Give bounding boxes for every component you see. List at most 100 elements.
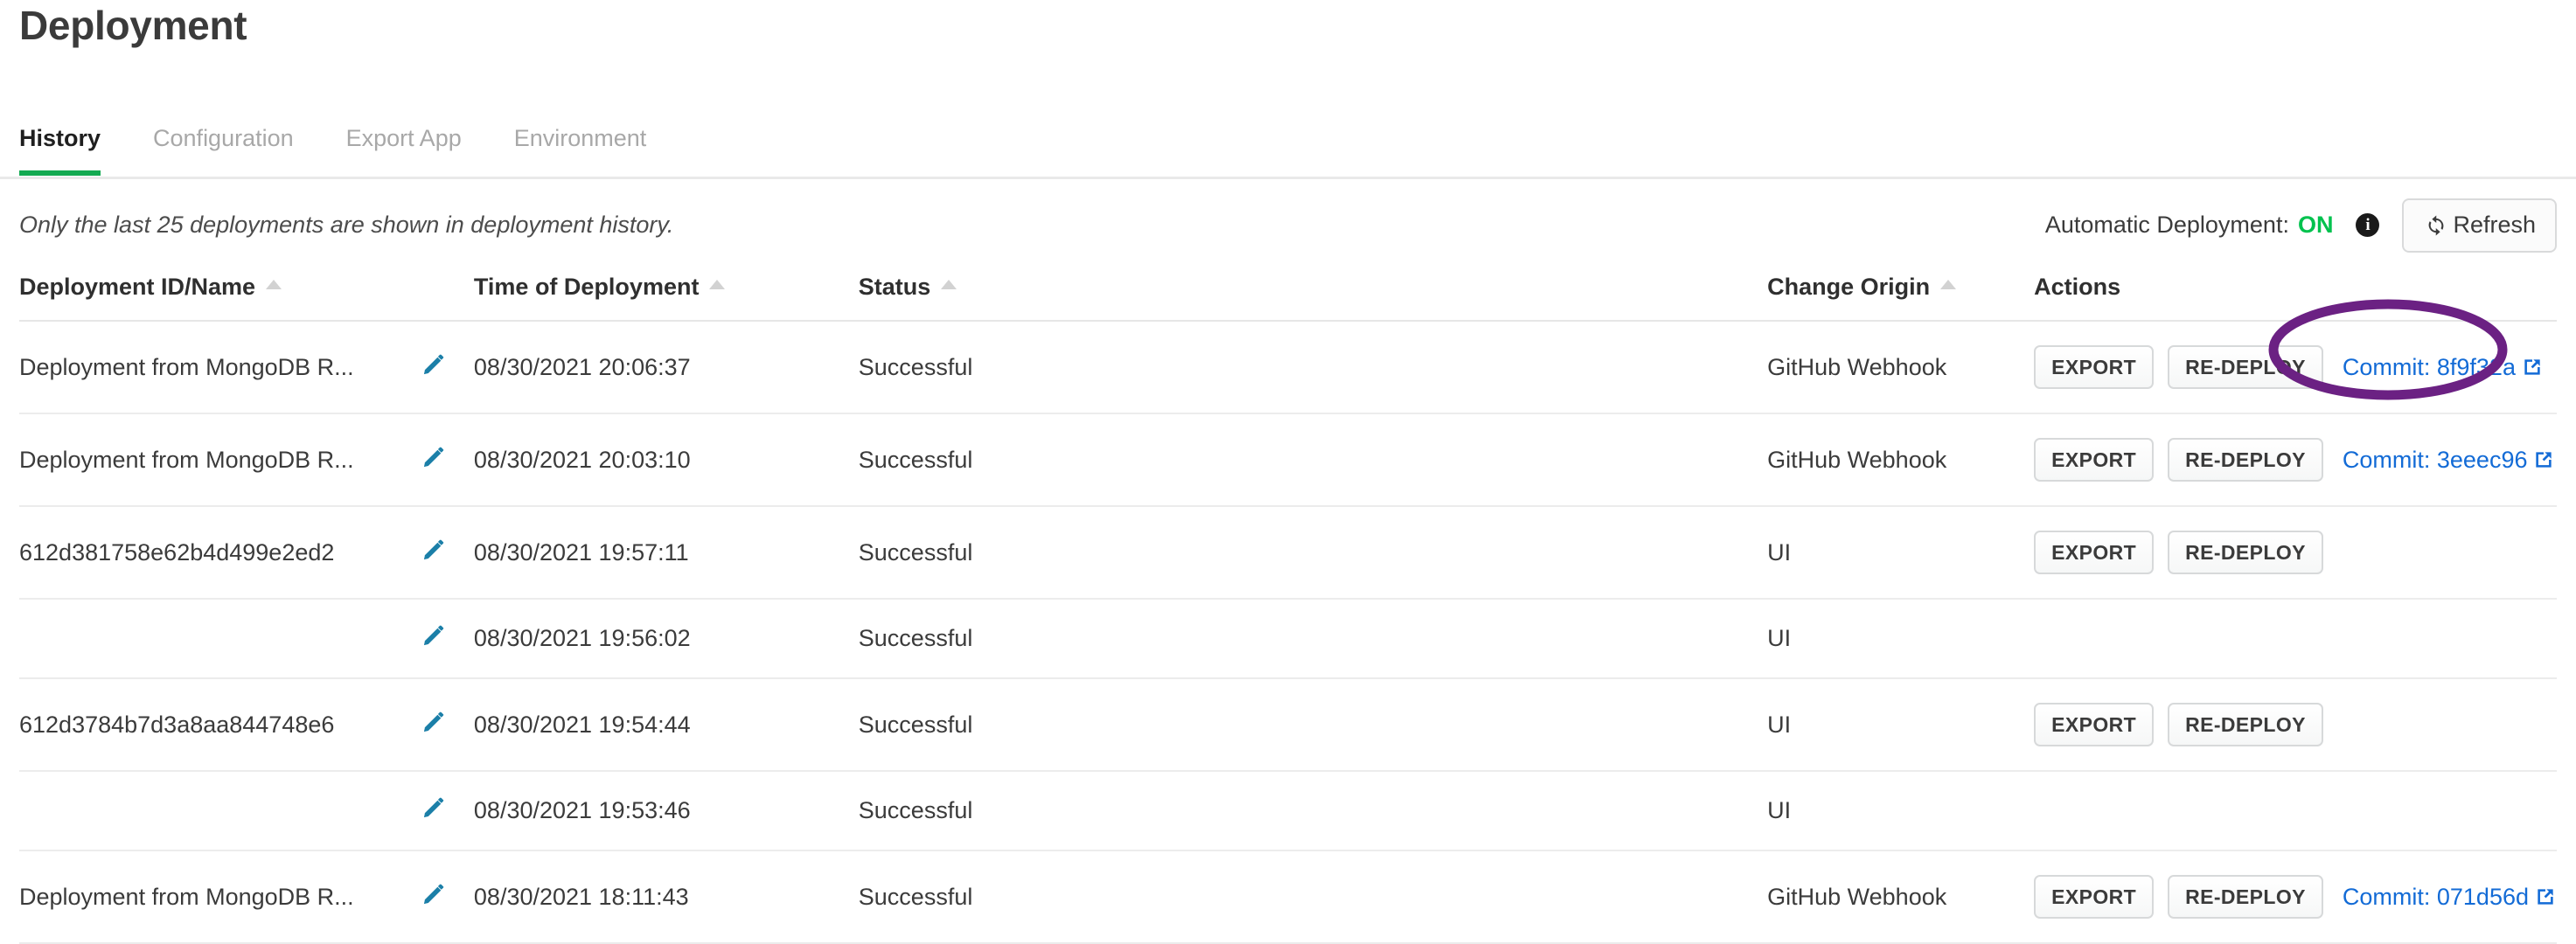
cell-edit-action — [421, 506, 474, 600]
deployment-id-text: Deployment from MongoDB R... — [19, 353, 354, 380]
commit-link[interactable]: Commit: 071d56d — [2343, 884, 2557, 911]
actions-group: EXPORT RE-DEPLOY — [2034, 703, 2557, 746]
cell-deployment-id: Deployment from MongoDB R... — [19, 321, 421, 414]
table-row: Deployment from MongoDB R... 08/30/2021 2… — [19, 413, 2557, 507]
cell-time-of-deployment: 08/30/2021 20:06:37 — [473, 321, 859, 414]
table-row: Deployment from MongoDB R... 08/30/2021 1… — [19, 850, 2557, 944]
cell-change-origin: UI — [1767, 771, 2035, 851]
pencil-icon[interactable] — [421, 882, 446, 906]
tab-configuration[interactable]: Configuration — [153, 114, 294, 173]
cell-change-origin: GitHub Webhook — [1767, 321, 2035, 414]
export-button[interactable]: EXPORT — [2034, 345, 2155, 389]
cell-edit-action — [421, 850, 474, 944]
table-row: Deployment from MongoDB R... 08/30/2021 2… — [19, 321, 2557, 414]
cell-change-origin: GitHub Webhook — [1767, 850, 2035, 944]
export-button[interactable]: EXPORT — [2034, 438, 2155, 482]
info-icon[interactable]: i — [2356, 213, 2380, 237]
cell-time-of-deployment: 08/30/2021 19:57:11 — [473, 506, 859, 600]
cell-change-origin: UI — [1767, 678, 2035, 772]
commit-link-label: Commit: 071d56d — [2342, 883, 2529, 910]
refresh-button[interactable]: Refresh — [2402, 198, 2557, 253]
cell-deployment-id: Deployment from MongoDB R... — [19, 413, 421, 507]
actions-group: EXPORT RE-DEPLOY Commit: 8f9f32a — [2034, 345, 2557, 389]
pencil-icon[interactable] — [421, 445, 446, 469]
commit-link-label: Commit: 3eeec96 — [2342, 446, 2528, 473]
re-deploy-button[interactable]: RE-DEPLOY — [2168, 531, 2323, 574]
column-header-deployment-id-label: Deployment ID/Name — [19, 274, 256, 300]
tab-environment[interactable]: Environment — [514, 114, 647, 173]
deployment-history-table: Deployment ID/Name Time of Deployment St… — [19, 267, 2557, 944]
column-header-change-origin[interactable]: Change Origin — [1767, 267, 2035, 322]
cell-status: Successful — [858, 771, 1768, 851]
tab-export-app[interactable]: Export App — [346, 114, 462, 173]
table-row: 08/30/2021 19:56:02 Successful UI — [19, 599, 2557, 679]
automatic-deployment-label: Automatic Deployment: — [2044, 212, 2289, 238]
cell-status: Successful — [858, 413, 1768, 507]
column-header-deployment-id[interactable]: Deployment ID/Name — [19, 267, 474, 322]
cell-deployment-id — [19, 599, 421, 679]
commit-link[interactable]: Commit: 3eeec96 — [2343, 447, 2556, 474]
re-deploy-button[interactable]: RE-DEPLOY — [2168, 703, 2323, 746]
actions-group: EXPORT RE-DEPLOY Commit: 071d56d — [2034, 875, 2557, 919]
cell-change-origin: UI — [1767, 599, 2035, 679]
cell-edit-action — [421, 413, 474, 507]
cell-status: Successful — [858, 506, 1768, 600]
table-header-row: Deployment ID/Name Time of Deployment St… — [19, 267, 2557, 322]
pencil-icon[interactable] — [421, 538, 446, 562]
column-header-time-label: Time of Deployment — [473, 274, 700, 300]
sort-ascending-icon — [266, 280, 282, 289]
actions-group: EXPORT RE-DEPLOY — [2034, 531, 2557, 574]
deployment-limit-notice: Only the last 25 deployments are shown i… — [19, 212, 674, 238]
cell-actions: EXPORT RE-DEPLOY — [2034, 506, 2557, 600]
cell-edit-action — [421, 678, 474, 772]
deployment-id-text: Deployment from MongoDB R... — [19, 883, 354, 910]
sort-ascending-icon — [1940, 280, 1957, 289]
re-deploy-button[interactable]: RE-DEPLOY — [2168, 345, 2323, 389]
table-body: Deployment from MongoDB R... 08/30/2021 2… — [19, 321, 2557, 944]
pencil-icon[interactable] — [421, 710, 446, 734]
column-header-time[interactable]: Time of Deployment — [473, 267, 859, 322]
automatic-deployment-value: ON — [2297, 212, 2334, 238]
pencil-icon[interactable] — [421, 795, 446, 820]
pencil-icon[interactable] — [421, 352, 446, 377]
refresh-label: Refresh — [2453, 212, 2536, 238]
cell-deployment-id — [19, 771, 421, 851]
table-row: 612d3784b7d3a8aa844748e6 08/30/2021 19:54… — [19, 678, 2557, 772]
cell-status: Successful — [858, 599, 1768, 679]
page-title: Deployment — [19, 3, 247, 48]
cell-time-of-deployment: 08/30/2021 19:54:44 — [473, 678, 859, 772]
cell-edit-action — [421, 599, 474, 679]
deployment-page: Deployment History Configuration Export … — [0, 0, 2576, 944]
cell-deployment-id: Deployment from MongoDB R... — [19, 850, 421, 944]
export-button[interactable]: EXPORT — [2034, 875, 2155, 919]
column-header-actions: Actions — [2034, 267, 2557, 322]
table-row: 08/30/2021 19:53:46 Successful UI — [19, 771, 2557, 851]
actions-group: EXPORT RE-DEPLOY Commit: 3eeec96 — [2034, 438, 2557, 482]
notice-controls: Automatic Deployment: ON i Refresh — [2045, 198, 2557, 253]
tab-history[interactable]: History — [19, 114, 101, 176]
re-deploy-button[interactable]: RE-DEPLOY — [2168, 438, 2323, 482]
refresh-icon — [2423, 212, 2449, 239]
cell-status: Successful — [858, 850, 1768, 944]
export-button[interactable]: EXPORT — [2034, 703, 2155, 746]
cell-status: Successful — [858, 678, 1768, 772]
cell-deployment-id: 612d381758e62b4d499e2ed2 — [19, 506, 421, 600]
automatic-deployment-status: Automatic Deployment: ON — [2045, 212, 2334, 239]
cell-actions: EXPORT RE-DEPLOY — [2034, 678, 2557, 772]
commit-link[interactable]: Commit: 8f9f32a — [2343, 354, 2544, 381]
external-link-icon — [2532, 448, 2555, 471]
column-header-status-label: Status — [858, 274, 931, 300]
cell-time-of-deployment: 08/30/2021 19:56:02 — [473, 599, 859, 679]
export-button[interactable]: EXPORT — [2034, 531, 2155, 574]
deployment-id-text: 612d381758e62b4d499e2ed2 — [19, 538, 335, 566]
column-header-actions-label: Actions — [2034, 274, 2121, 300]
cell-change-origin: UI — [1767, 506, 2035, 600]
re-deploy-button[interactable]: RE-DEPLOY — [2168, 875, 2323, 919]
cell-deployment-id: 612d3784b7d3a8aa844748e6 — [19, 678, 421, 772]
column-header-status[interactable]: Status — [858, 267, 1768, 322]
cell-actions: EXPORT RE-DEPLOY Commit: 8f9f32a — [2034, 321, 2557, 414]
cell-actions — [2034, 599, 2557, 679]
cell-actions: EXPORT RE-DEPLOY Commit: 3eeec96 — [2034, 413, 2557, 507]
external-link-icon — [2534, 885, 2557, 908]
pencil-icon[interactable] — [421, 623, 446, 648]
